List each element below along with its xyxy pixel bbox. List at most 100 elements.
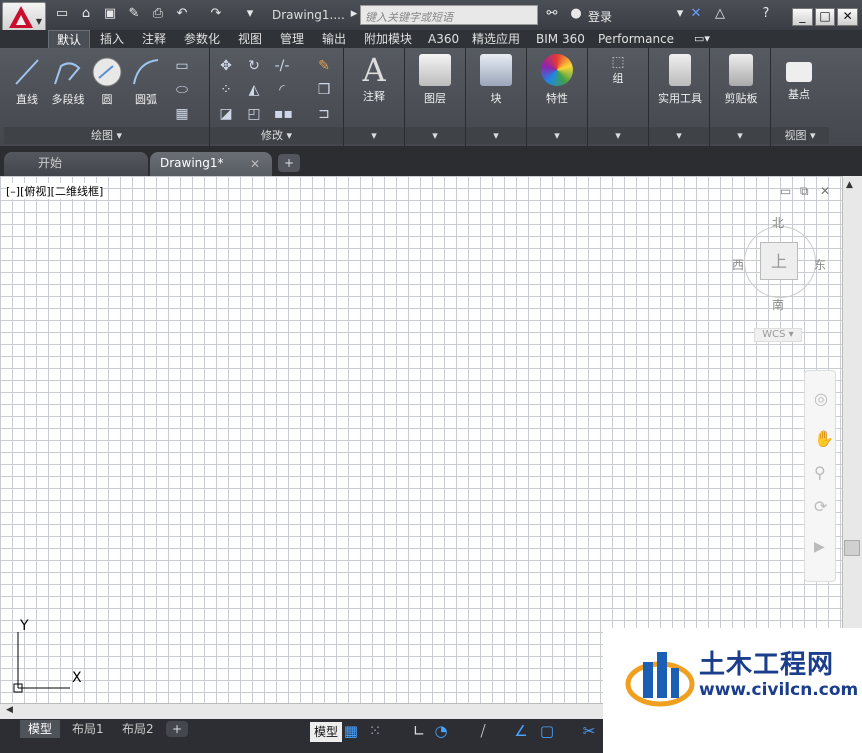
properties-button[interactable]: 特性: [535, 54, 579, 106]
exchange-icon[interactable]: ✕: [688, 7, 704, 21]
tab-parametric[interactable]: 参数化: [176, 30, 228, 48]
osnap-tracking-icon[interactable]: ⧸: [474, 722, 492, 740]
tab-default[interactable]: 默认: [48, 30, 91, 48]
block-button[interactable]: 块: [474, 54, 518, 106]
annotation-button[interactable]: A 注释: [352, 52, 396, 104]
rotate-icon[interactable]: ↻: [246, 58, 262, 74]
pan-icon[interactable]: ✋: [814, 429, 834, 448]
new-tab-icon[interactable]: +: [278, 154, 300, 172]
group-button[interactable]: ⬚ 组: [596, 54, 640, 86]
layers-button[interactable]: 图层: [413, 54, 457, 106]
scroll-left-icon[interactable]: ◀: [6, 705, 13, 715]
ortho-icon[interactable]: ∟: [410, 722, 428, 740]
redo-icon[interactable]: ↷: [208, 7, 224, 21]
object-snap-icon[interactable]: ▢: [538, 722, 556, 740]
viewcube-top-face[interactable]: 上: [760, 242, 798, 280]
user-icon[interactable]: ●: [568, 7, 584, 21]
add-layout-icon[interactable]: +: [166, 721, 188, 737]
viewport-close-icon[interactable]: ✕: [820, 184, 830, 198]
tab-bim360[interactable]: BIM 360: [528, 30, 593, 48]
tab-output[interactable]: 输出: [314, 30, 354, 48]
zoom-icon[interactable]: ⚲: [814, 463, 826, 482]
save-as-icon[interactable]: ✎: [126, 7, 142, 21]
mirror-icon[interactable]: ◭: [246, 82, 262, 98]
showmotion-icon[interactable]: ▶: [814, 539, 825, 555]
undo-icon[interactable]: ↶: [174, 7, 190, 21]
clipboard-button[interactable]: 剪贴板: [716, 54, 766, 106]
fillet-icon[interactable]: ◜: [274, 82, 290, 98]
arc-button[interactable]: 圆弧: [128, 56, 164, 107]
steering-wheel-icon[interactable]: ◎: [814, 389, 828, 408]
polar-icon[interactable]: ◔: [432, 722, 450, 740]
explode-icon[interactable]: ❒: [316, 82, 332, 98]
layout-tab-layout1[interactable]: 布局1: [64, 720, 112, 738]
binoculars-icon[interactable]: ⚯: [544, 7, 560, 21]
autodesk-icon[interactable]: △: [712, 7, 728, 21]
base-point-button[interactable]: 基点: [777, 56, 821, 102]
minimize-button[interactable]: _: [792, 8, 813, 26]
save-icon[interactable]: ▣: [102, 7, 118, 21]
draw-panel-label[interactable]: 绘图 ▾: [4, 127, 209, 144]
scale-icon[interactable]: ◰: [246, 106, 262, 122]
block-expand[interactable]: ▾: [466, 127, 526, 144]
circle-button[interactable]: 圆: [90, 56, 124, 107]
orbit-icon[interactable]: ⟳: [814, 497, 827, 516]
close-tab-icon[interactable]: ✕: [250, 157, 260, 171]
layout-tab-model[interactable]: 模型: [20, 720, 61, 738]
viewport-restore-icon[interactable]: ⧉: [800, 184, 809, 199]
tab-addins[interactable]: 附加模块: [356, 30, 420, 48]
isodraft-icon[interactable]: ∠: [512, 722, 530, 740]
drawing-canvas[interactable]: [0, 176, 842, 703]
tab-performance[interactable]: Performance: [590, 30, 682, 48]
view-panel-label[interactable]: 视图 ▾: [771, 127, 829, 144]
ribbon-toggle-icon[interactable]: ▭▾: [694, 32, 710, 46]
polyline-button[interactable]: 多段线: [48, 56, 88, 107]
viewcube-south[interactable]: 南: [772, 296, 784, 313]
erase-icon[interactable]: ✎: [316, 58, 332, 74]
new-file-icon[interactable]: ▭: [54, 7, 70, 21]
move-icon[interactable]: ✥: [218, 58, 234, 74]
open-folder-icon[interactable]: ⌂: [78, 7, 94, 21]
properties-expand[interactable]: ▾: [527, 127, 587, 144]
viewport-minimize-icon[interactable]: ▭: [780, 184, 791, 198]
ellipse-icon[interactable]: ⬭: [174, 82, 190, 98]
maximize-button[interactable]: □: [814, 8, 836, 26]
wcs-dropdown[interactable]: WCS ▾: [754, 328, 802, 342]
hatch-icon[interactable]: ▦: [174, 106, 190, 122]
search-input[interactable]: 键入关键字或短语: [360, 5, 538, 25]
tab-start[interactable]: 开始: [4, 152, 148, 176]
layout-tab-layout2[interactable]: 布局2: [114, 720, 162, 738]
vertical-scrollbar[interactable]: [842, 176, 862, 703]
quick-access-dropdown-icon[interactable]: ▾: [242, 7, 258, 21]
login-button[interactable]: 登录: [588, 8, 612, 25]
viewport-controls-label[interactable]: [–][俯视][二维线框]: [6, 183, 104, 199]
help-icon[interactable]: ?: [758, 7, 774, 21]
tab-manage[interactable]: 管理: [272, 30, 312, 48]
clipboard-expand[interactable]: ▾: [710, 127, 770, 144]
rectangle-icon[interactable]: ▭: [174, 58, 190, 74]
array-icon[interactable]: ▪▪: [274, 106, 293, 122]
viewcube-north[interactable]: 北: [772, 214, 784, 231]
trim-icon[interactable]: -/-: [274, 58, 290, 74]
snap-icon[interactable]: ⁙: [366, 722, 384, 740]
layers-expand[interactable]: ▾: [405, 127, 465, 144]
scroll-up-icon[interactable]: ▲: [846, 180, 853, 190]
tab-a360[interactable]: A360: [420, 30, 467, 48]
dropdown-icon[interactable]: ▾: [672, 7, 688, 21]
model-space-button[interactable]: 模型: [310, 722, 343, 742]
print-icon[interactable]: ⎙: [150, 7, 166, 21]
tab-view[interactable]: 视图: [230, 30, 270, 48]
grid-icon[interactable]: ▦: [342, 722, 360, 740]
vertical-scroll-thumb[interactable]: [844, 540, 860, 556]
annotation-scale-icon[interactable]: ✂: [580, 722, 598, 740]
copy-icon[interactable]: ⁘: [218, 82, 234, 98]
viewcube-east[interactable]: 东: [814, 256, 826, 273]
offset-icon[interactable]: ⊐: [316, 106, 332, 122]
tab-featured-apps[interactable]: 精选应用: [464, 30, 528, 48]
viewcube-west[interactable]: 西: [732, 256, 744, 273]
group-expand[interactable]: ▾: [588, 127, 648, 144]
close-button[interactable]: ✕: [837, 8, 859, 26]
tab-annotate[interactable]: 注释: [134, 30, 174, 48]
line-button[interactable]: 直线: [12, 56, 42, 107]
annotation-expand[interactable]: ▾: [344, 127, 404, 144]
